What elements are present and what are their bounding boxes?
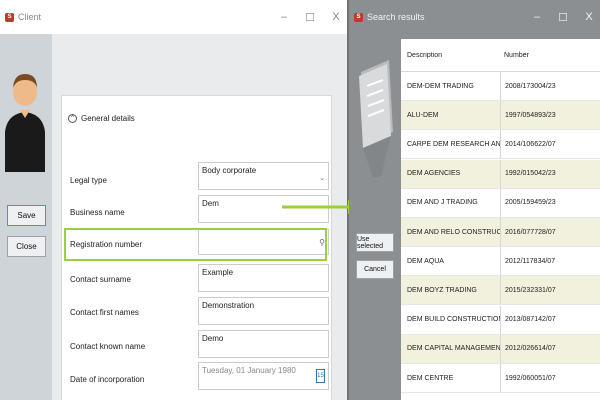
client-titlebar: S Client – ☐ X: [0, 0, 347, 34]
row-description: ALU-DEM: [407, 111, 439, 119]
contact-known-name-label: Contact known name: [70, 342, 146, 351]
contact-first-names-value: Demonstration: [202, 301, 255, 310]
contact-known-name-value: Demo: [202, 334, 224, 343]
close-button[interactable]: Close: [7, 236, 46, 257]
save-button[interactable]: Save: [7, 205, 46, 226]
row-number: 1992/015042/23: [500, 159, 600, 188]
legal-type-select[interactable]: Body corporate ⌄: [198, 162, 329, 190]
maximize-icon[interactable]: ☐: [558, 11, 568, 24]
contact-first-names-label: Contact first names: [70, 308, 139, 317]
row-number: 1992/060051/07: [500, 364, 600, 392]
close-window-icon[interactable]: X: [584, 11, 594, 23]
minimize-icon[interactable]: –: [279, 11, 289, 23]
table-row[interactable]: DEM AQUA 2012/117834/07: [401, 247, 600, 277]
table-row[interactable]: DEM AND J TRADING 2005/159459/23: [401, 188, 600, 218]
collapse-icon[interactable]: ^: [68, 114, 77, 123]
date-of-incorporation-input[interactable]: Tuesday, 01 January 1980 15: [198, 362, 329, 390]
row-number: 2015/232331/07: [500, 276, 600, 305]
row-description: DEM AGENCIES: [407, 170, 461, 178]
row-description: DEM BOYZ TRADING: [407, 286, 477, 294]
table-row[interactable]: ALU-DEM 1997/054893/23: [401, 101, 600, 131]
table-row[interactable]: DEM CENTRE 1992/060051/07: [401, 364, 600, 393]
row-number: 1997/054893/23: [500, 101, 600, 130]
table-row[interactable]: DEM CAPITAL MANAGEMENT 2012/026614/07: [401, 334, 600, 364]
search-results-table: Description Number DEM-DEM TRADING 2008/1…: [401, 39, 600, 400]
row-number: 2016/077728/07: [500, 218, 600, 246]
number-column-header[interactable]: Number: [500, 39, 600, 71]
app-logo-icon: S: [354, 12, 363, 22]
minimize-icon[interactable]: –: [532, 11, 542, 23]
contact-known-name-input[interactable]: Demo: [198, 330, 329, 358]
table-row[interactable]: DEM AGENCIES 1992/015042/23: [401, 159, 600, 189]
client-window-title: Client: [18, 12, 42, 22]
user-avatar-icon: [5, 74, 45, 172]
search-window-title: Search results: [367, 12, 425, 22]
search-titlebar: S Search results – ☐ X: [349, 0, 600, 34]
row-number: 2013/087142/07: [500, 305, 600, 334]
general-details-label: General details: [81, 114, 135, 123]
contact-surname-label: Contact surname: [70, 275, 131, 284]
date-of-incorporation-label: Date of incorporation: [70, 375, 145, 384]
row-number: 2005/159459/23: [500, 188, 600, 217]
business-name-value: Dem: [202, 199, 219, 208]
row-description: DEM BUILD CONSTRUCTION: [407, 316, 500, 324]
business-name-label: Business name: [70, 208, 125, 217]
contact-first-names-input[interactable]: Demonstration: [198, 297, 329, 325]
table-row[interactable]: DEM BUILD CONSTRUCTION 2013/087142/07: [401, 305, 600, 335]
row-description: DEM CAPITAL MANAGEMENT: [407, 345, 500, 353]
legal-type-value: Body corporate: [202, 166, 257, 175]
legal-type-label: Legal type: [70, 176, 107, 185]
general-details-header[interactable]: ^ General details: [68, 114, 135, 123]
contact-surname-input[interactable]: Example: [198, 264, 329, 292]
close-window-icon[interactable]: X: [331, 11, 341, 23]
row-description: DEM AND RELO CONSTRUCTION AND: [407, 228, 500, 236]
description-column-header[interactable]: Description: [401, 52, 500, 59]
table-header: Description Number: [401, 39, 600, 72]
contact-surname-value: Example: [202, 268, 234, 277]
row-description: DEM CENTRE: [407, 374, 454, 382]
row-number: 2012/026614/07: [500, 334, 600, 363]
use-selected-button[interactable]: Use selected: [356, 233, 394, 252]
table-row[interactable]: CARPE DEM RESEARCH AND BUSINESS2014/1066…: [401, 130, 600, 160]
registration-number-highlight: [64, 228, 327, 261]
row-number: 2012/117834/07: [500, 247, 600, 276]
calendar-icon[interactable]: 15: [316, 369, 325, 383]
chevron-down-icon[interactable]: ⌄: [319, 174, 325, 182]
document-stack-icon: [359, 60, 393, 178]
row-description: CARPE DEM RESEARCH AND BUSINESS: [407, 140, 500, 148]
cancel-button[interactable]: Cancel: [356, 260, 394, 279]
date-of-incorporation-value: Tuesday, 01 January 1980: [202, 366, 296, 375]
row-number: 2008/173004/23: [500, 72, 600, 100]
table-row[interactable]: DEM-DEM TRADING 2008/173004/23: [401, 72, 600, 101]
table-row[interactable]: DEM AND RELO CONSTRUCTION AND2016/077728…: [401, 218, 600, 247]
maximize-icon[interactable]: ☐: [305, 11, 315, 24]
app-logo-icon: S: [5, 12, 14, 22]
row-number: 2014/106622/07: [500, 130, 600, 159]
row-description: DEM-DEM TRADING: [407, 82, 474, 90]
row-description: DEM AND J TRADING: [407, 199, 478, 207]
row-description: DEM AQUA: [407, 257, 444, 265]
table-row[interactable]: DEM BOYZ TRADING 2015/232331/07: [401, 276, 600, 306]
